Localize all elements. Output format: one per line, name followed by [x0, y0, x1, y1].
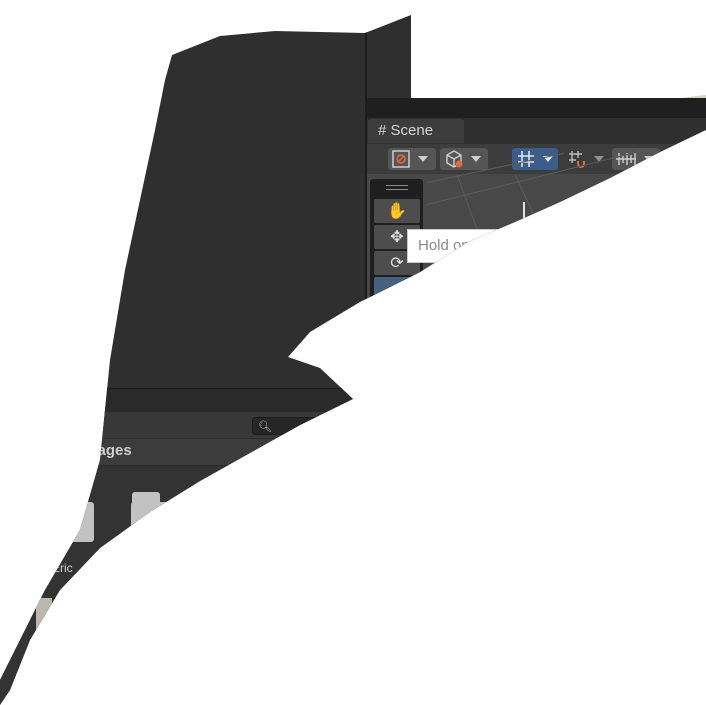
grid-line	[514, 174, 541, 230]
move-arrows-icon: ✥	[390, 227, 404, 246]
breadcrumb-current-folder[interactable]: Images	[80, 442, 132, 459]
folder-icon[interactable]	[46, 502, 94, 542]
scale-icon: ⤢	[390, 279, 404, 298]
project-panel-header	[0, 388, 360, 413]
chevron-down-icon	[418, 156, 428, 162]
draw-mode-icon	[392, 150, 410, 168]
inspector-edge	[683, 60, 706, 100]
gizmo-axis	[523, 202, 525, 218]
project-toolbar	[0, 412, 360, 438]
search-input[interactable]: 🔍︎	[252, 417, 362, 435]
chevron-down-icon	[644, 156, 654, 162]
breadcrumb	[0, 439, 360, 466]
folder-icon[interactable]	[131, 502, 191, 542]
hand-tool-button[interactable]: ✋	[374, 199, 420, 223]
grid-snap-button[interactable]	[564, 148, 608, 170]
draw-mode-button[interactable]	[388, 148, 436, 170]
drag-handle[interactable]	[386, 185, 408, 186]
thumbnail-detail	[52, 598, 76, 612]
tab-scene[interactable]: # Scene	[368, 119, 464, 143]
image-thumbnail[interactable]	[36, 598, 76, 678]
folder-label: Eric	[52, 561, 73, 575]
drag-handle[interactable]	[386, 189, 408, 190]
cube-icon	[446, 150, 463, 168]
search-icon: 🔍︎	[258, 420, 272, 433]
scene-tab-label: Scene	[390, 122, 434, 139]
rotate-icon: ⟳	[390, 253, 404, 272]
tooltip: Hold on	[407, 229, 527, 263]
folder-icon[interactable]	[56, 494, 78, 504]
window-gap	[411, 15, 706, 98]
grid-hash-icon: #	[378, 122, 387, 139]
grid-line	[456, 174, 478, 232]
hand-icon: ✋	[387, 201, 407, 220]
scale-tool-button[interactable]: ⤢	[374, 277, 420, 301]
project-file-grid	[0, 466, 360, 705]
chevron-down-icon	[471, 156, 481, 162]
shading-mode-button[interactable]	[440, 148, 488, 170]
scene-panel-header	[367, 98, 706, 118]
